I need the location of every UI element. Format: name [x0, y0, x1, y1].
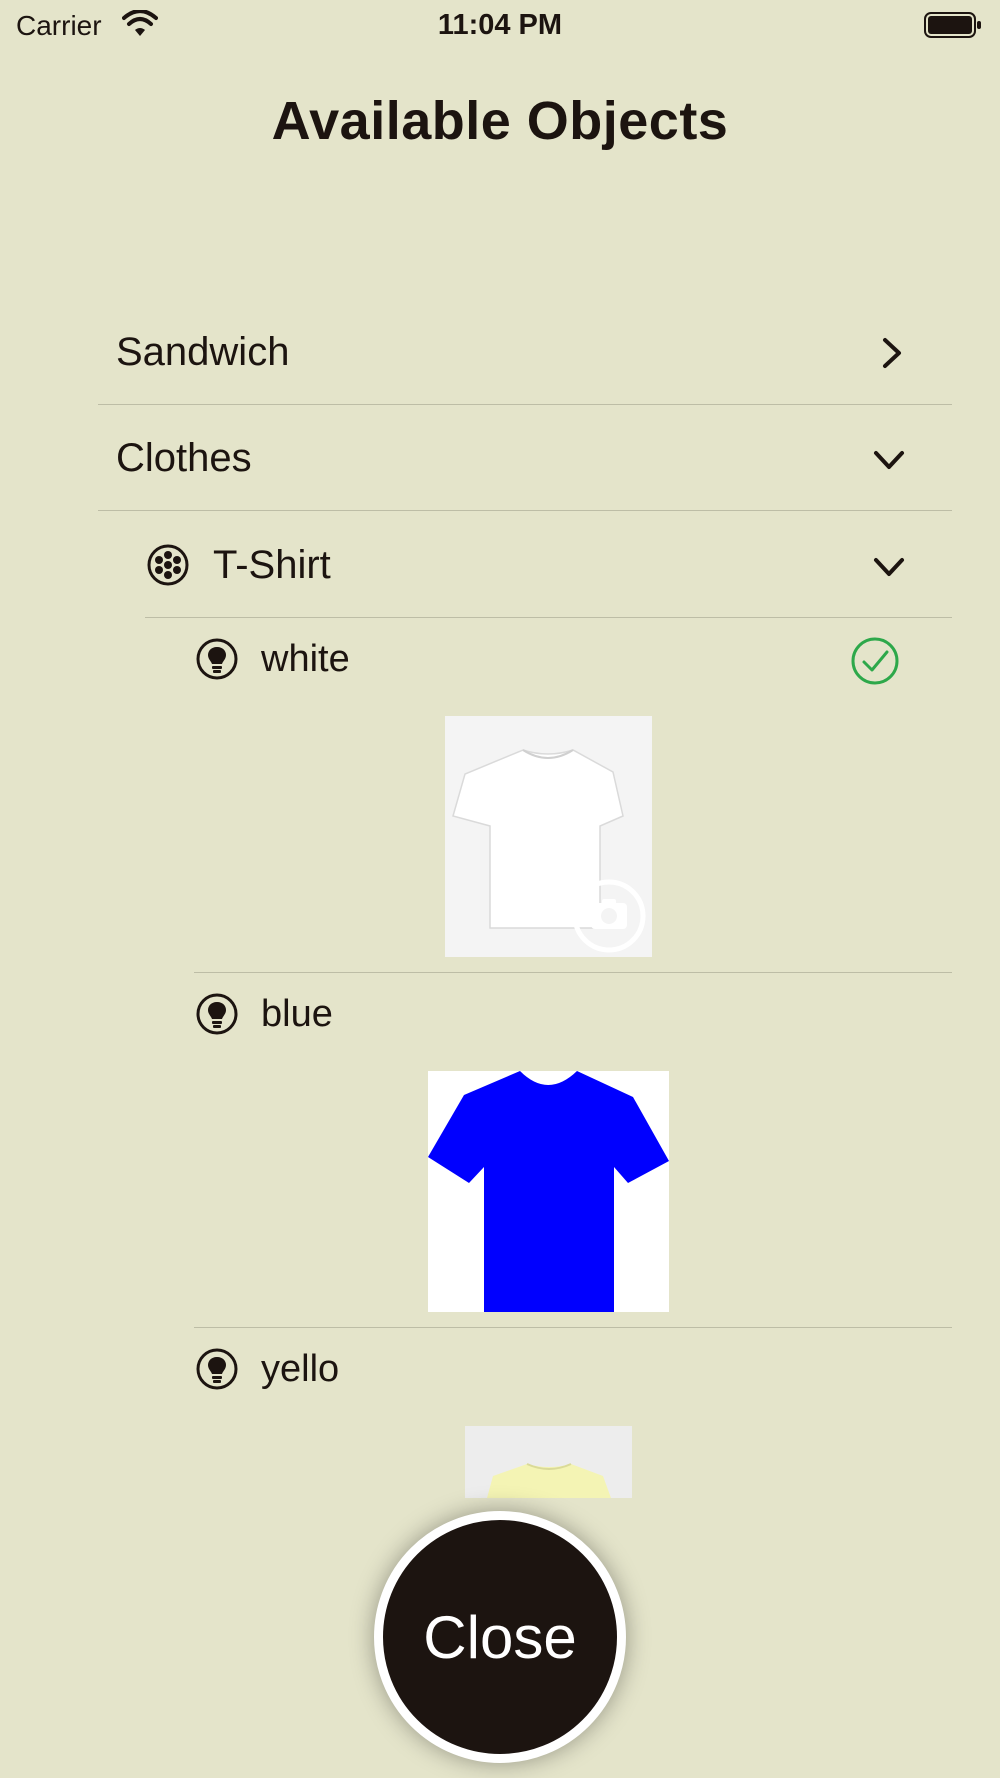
status-time: 11:04 PM [437, 9, 563, 41]
white-tshirt-image[interactable] [445, 716, 652, 957]
divider [194, 972, 952, 973]
subcategory-label: T-Shirt [213, 542, 331, 587]
lightbulb-icon [196, 1348, 238, 1390]
variant-label-blue[interactable]: blue [261, 993, 333, 1036]
close-button-label: Close [423, 1603, 577, 1671]
yellow-tshirt-graphic [487, 1463, 611, 1498]
battery-icon [924, 12, 981, 38]
chevron-down-icon [874, 558, 904, 576]
status-bar: Carrier 11:04 PM [0, 0, 1000, 50]
blue-tshirt-graphic [428, 1071, 669, 1312]
divider [194, 1327, 952, 1328]
category-label: Sandwich [116, 329, 290, 374]
lightbulb-icon [196, 993, 238, 1035]
checkmark-circle-icon [851, 637, 899, 685]
white-tshirt-graphic [452, 749, 646, 953]
page-title: Available Objects [271, 91, 729, 151]
yellow-tshirt-image[interactable] [465, 1426, 632, 1498]
chevron-down-icon [874, 451, 904, 469]
lightbulb-icon [196, 638, 238, 680]
divider [98, 510, 952, 511]
category-label: Clothes [116, 435, 252, 480]
close-button[interactable]: Close [374, 1511, 626, 1763]
divider [145, 617, 952, 618]
category-row-clothes[interactable]: Clothes [98, 428, 952, 488]
chevron-right-icon [883, 338, 901, 368]
variant-label-yello[interactable]: yello [261, 1348, 339, 1391]
category-row-sandwich[interactable]: Sandwich [98, 322, 952, 382]
blue-tshirt-image[interactable] [428, 1071, 669, 1312]
variant-label-white[interactable]: white [261, 638, 350, 681]
subcategory-row-tshirt[interactable]: T-Shirt [145, 535, 952, 595]
divider [98, 404, 952, 405]
